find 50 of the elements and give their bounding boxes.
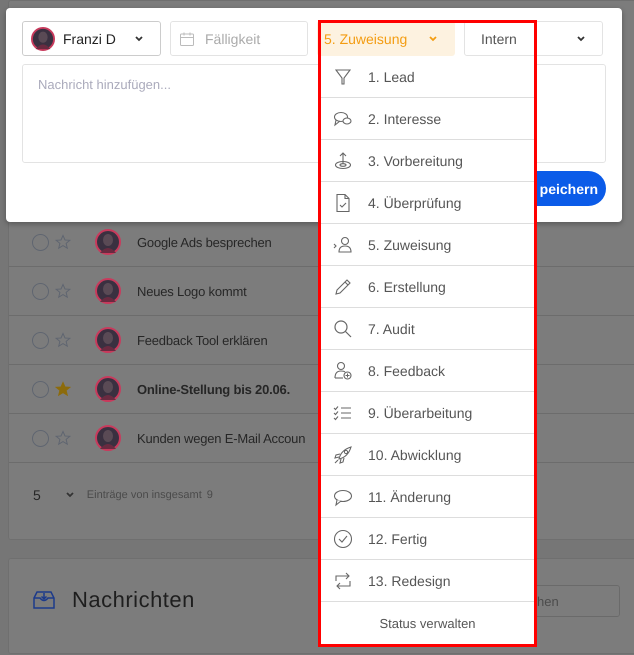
caret-icon [576,34,586,44]
checkbox[interactable] [32,430,49,446]
menu-item[interactable]: 10. Abwicklung [321,434,534,476]
menu-item[interactable]: 11. Änderung [321,476,534,518]
manage-status-link[interactable]: Status verwalten [321,602,534,644]
menu-item[interactable]: 5. Zuweisung [321,224,534,266]
menu-item[interactable]: 9. Überarbeitung [321,392,534,434]
page-size[interactable]: 5 [33,487,41,503]
menu-item[interactable]: 13. Redesign [321,560,534,602]
avatar [31,26,55,50]
task-title: Feedback Tool erklären [137,332,268,348]
menu-item[interactable]: 7. Audit [321,308,534,350]
avatar [95,327,121,353]
checkbox[interactable] [32,282,49,300]
star-icon[interactable] [55,430,71,446]
checkbox[interactable] [32,332,49,348]
caret-icon [64,490,75,500]
caret-icon [428,34,438,44]
rocket-icon [333,444,353,464]
star-icon[interactable] [55,332,71,348]
caret-icon [134,34,144,44]
calendar-icon [179,30,195,46]
person-plus-icon [333,360,353,380]
checkbox[interactable] [32,380,49,398]
star-icon[interactable] [55,283,71,299]
pencil-icon [333,276,353,296]
repeat-icon [333,570,353,590]
task-title: Online-Stellung bis 20.06. [137,382,290,396]
avatar [95,376,121,402]
upload-icon [333,150,353,170]
task-title: Neues Logo kommt [137,284,247,298]
assignee-select[interactable]: Franzi D [22,21,161,56]
avatar [95,425,121,451]
menu-item[interactable]: 8. Feedback [321,350,534,392]
avatar [95,229,121,255]
save-button[interactable]: peichern [534,171,606,206]
checkbox[interactable] [32,234,49,250]
funnel-icon [333,66,353,86]
task-title: Google Ads besprechen [137,234,272,250]
star-filled-icon[interactable] [55,381,71,397]
inbox-icon [32,590,56,610]
search-icon [333,318,353,338]
check-circle-icon [333,528,353,548]
menu-item[interactable]: 12. Fertig [321,518,534,560]
task-title: Kunden wegen E-Mail Accoun [137,430,306,446]
avatar [95,278,121,304]
star-icon[interactable] [55,234,71,250]
section-title: Nachrichten [72,587,195,613]
menu-item[interactable]: 6. Erstellung [321,266,534,308]
person-arrow-icon [333,234,353,254]
